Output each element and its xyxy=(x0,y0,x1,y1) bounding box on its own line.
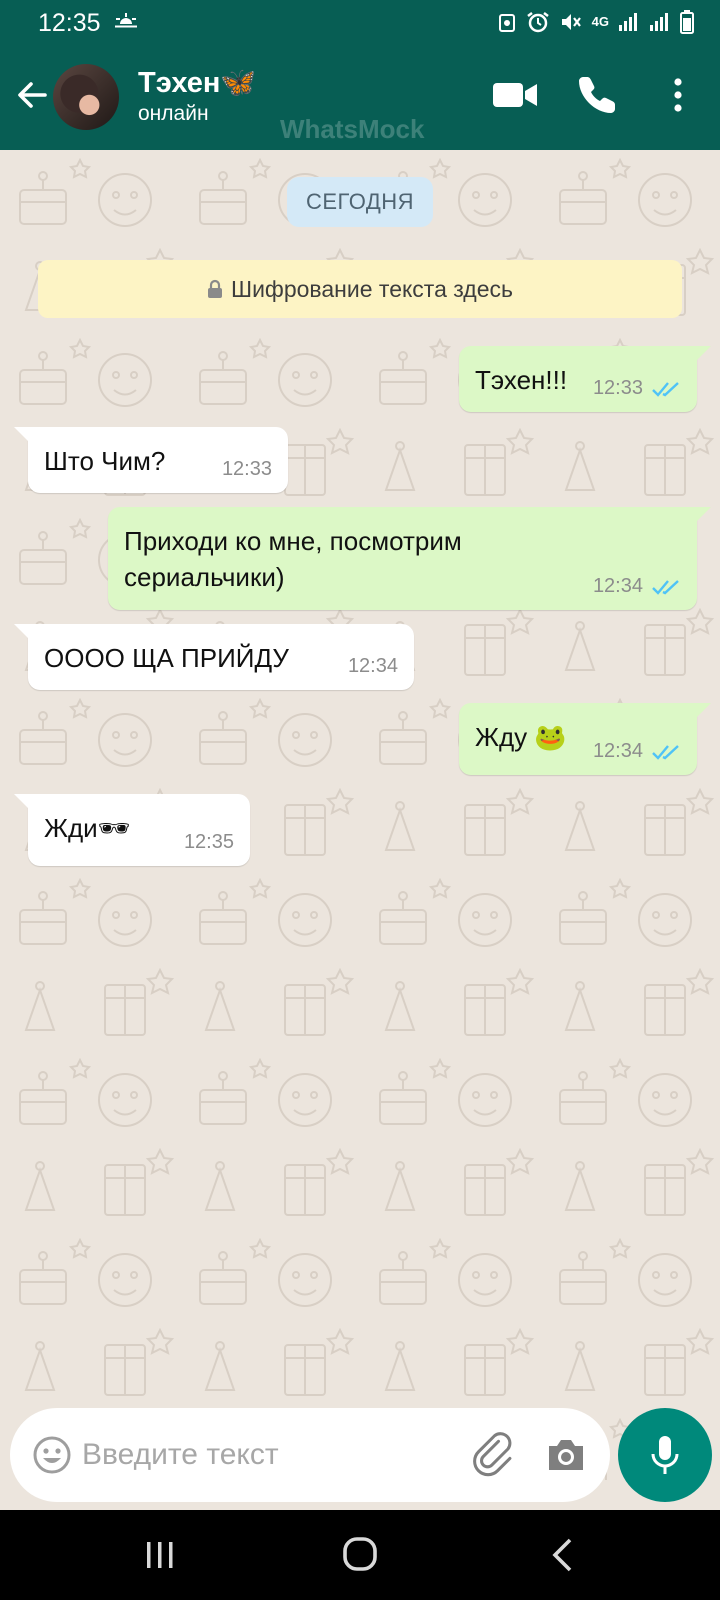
read-receipt-icon xyxy=(652,381,679,397)
back-arrow-icon[interactable] xyxy=(14,77,50,113)
message-input[interactable] xyxy=(82,1426,442,1484)
battery-icon xyxy=(680,10,694,34)
message-meta: 12:35 xyxy=(184,831,234,854)
alarm-icon xyxy=(498,14,515,32)
message-time: 12:33 xyxy=(221,458,272,480)
message-meta: 12:34 xyxy=(348,655,398,678)
video-call-icon[interactable] xyxy=(492,78,538,112)
message-text: Приходи ко мне, посмотрим сериальчики) xyxy=(124,526,462,592)
signal-icon xyxy=(619,13,637,31)
network-type: 4G xyxy=(591,14,609,29)
message-meta: 12:34 xyxy=(593,740,681,763)
message-text: Жду 🐸 xyxy=(475,722,567,752)
alarm-clock-icon xyxy=(526,12,549,33)
microphone-icon xyxy=(651,1436,679,1474)
phone-call-icon[interactable] xyxy=(578,74,618,114)
chat-area[interactable]: СЕГОДНЯ Шифрование текста здесь Тэхен!!!… xyxy=(0,150,720,1480)
message-text: Тэхен!!! xyxy=(475,365,568,395)
message-time: 12:34 xyxy=(592,575,643,597)
message-text: ОООО ЩА ПРИЙДУ xyxy=(44,643,289,673)
status-bar: 12:35 4G xyxy=(0,0,720,44)
status-icons: 4G xyxy=(497,10,694,34)
contact-status: онлайн xyxy=(138,102,209,125)
watermark: WhatsMock xyxy=(280,114,425,144)
message-incoming[interactable]: Жди🕶 12:35 xyxy=(14,794,250,866)
contact-avatar[interactable] xyxy=(53,64,119,130)
attach-icon[interactable] xyxy=(472,1432,516,1478)
nav-back-icon[interactable] xyxy=(548,1537,576,1573)
signal-icon-2 xyxy=(650,13,668,31)
emoji-icon[interactable] xyxy=(32,1435,72,1475)
encryption-notice-text: Шифрование текста здесь xyxy=(231,275,513,302)
message-meta: 12:34 xyxy=(593,575,681,598)
message-time: 12:34 xyxy=(347,655,398,677)
message-composer xyxy=(10,1408,610,1502)
message-incoming[interactable]: ОООО ЩА ПРИЙДУ 12:34 xyxy=(14,624,414,690)
message-outgoing[interactable]: Приходи ко мне, посмотрим сериальчики) 1… xyxy=(108,507,711,610)
status-time: 12:35 xyxy=(38,9,101,37)
recent-apps-icon[interactable] xyxy=(142,1538,178,1572)
encryption-notice[interactable]: Шифрование текста здесь xyxy=(38,260,682,318)
chat-header: Тэхен🦋 онлайн WhatsMock xyxy=(0,44,720,150)
weather-icon xyxy=(115,13,137,28)
message-incoming[interactable]: Што Чим? 12:33 xyxy=(14,427,288,493)
voice-message-button[interactable] xyxy=(618,1408,712,1502)
mute-icon xyxy=(561,14,581,30)
read-receipt-icon xyxy=(652,579,679,595)
message-meta: 12:33 xyxy=(222,458,272,481)
home-icon[interactable] xyxy=(342,1535,378,1573)
message-text: Што Чим? xyxy=(44,446,166,476)
read-receipt-icon xyxy=(652,744,679,760)
system-nav-bar xyxy=(0,1510,720,1600)
camera-icon[interactable] xyxy=(545,1436,587,1474)
lock-icon xyxy=(208,279,222,298)
message-text: Жди🕶 xyxy=(44,813,131,843)
message-meta: 12:33 xyxy=(593,377,681,400)
date-divider: СЕГОДНЯ xyxy=(287,177,433,227)
more-options-icon[interactable] xyxy=(664,75,692,115)
message-outgoing[interactable]: Тэхен!!! 12:33 xyxy=(459,346,711,412)
message-time: 12:33 xyxy=(592,377,643,399)
message-time: 12:35 xyxy=(183,831,234,853)
contact-name[interactable]: Тэхен🦋 xyxy=(138,66,257,100)
message-time: 12:34 xyxy=(592,740,643,762)
message-outgoing[interactable]: Жду 🐸 12:34 xyxy=(459,703,711,775)
